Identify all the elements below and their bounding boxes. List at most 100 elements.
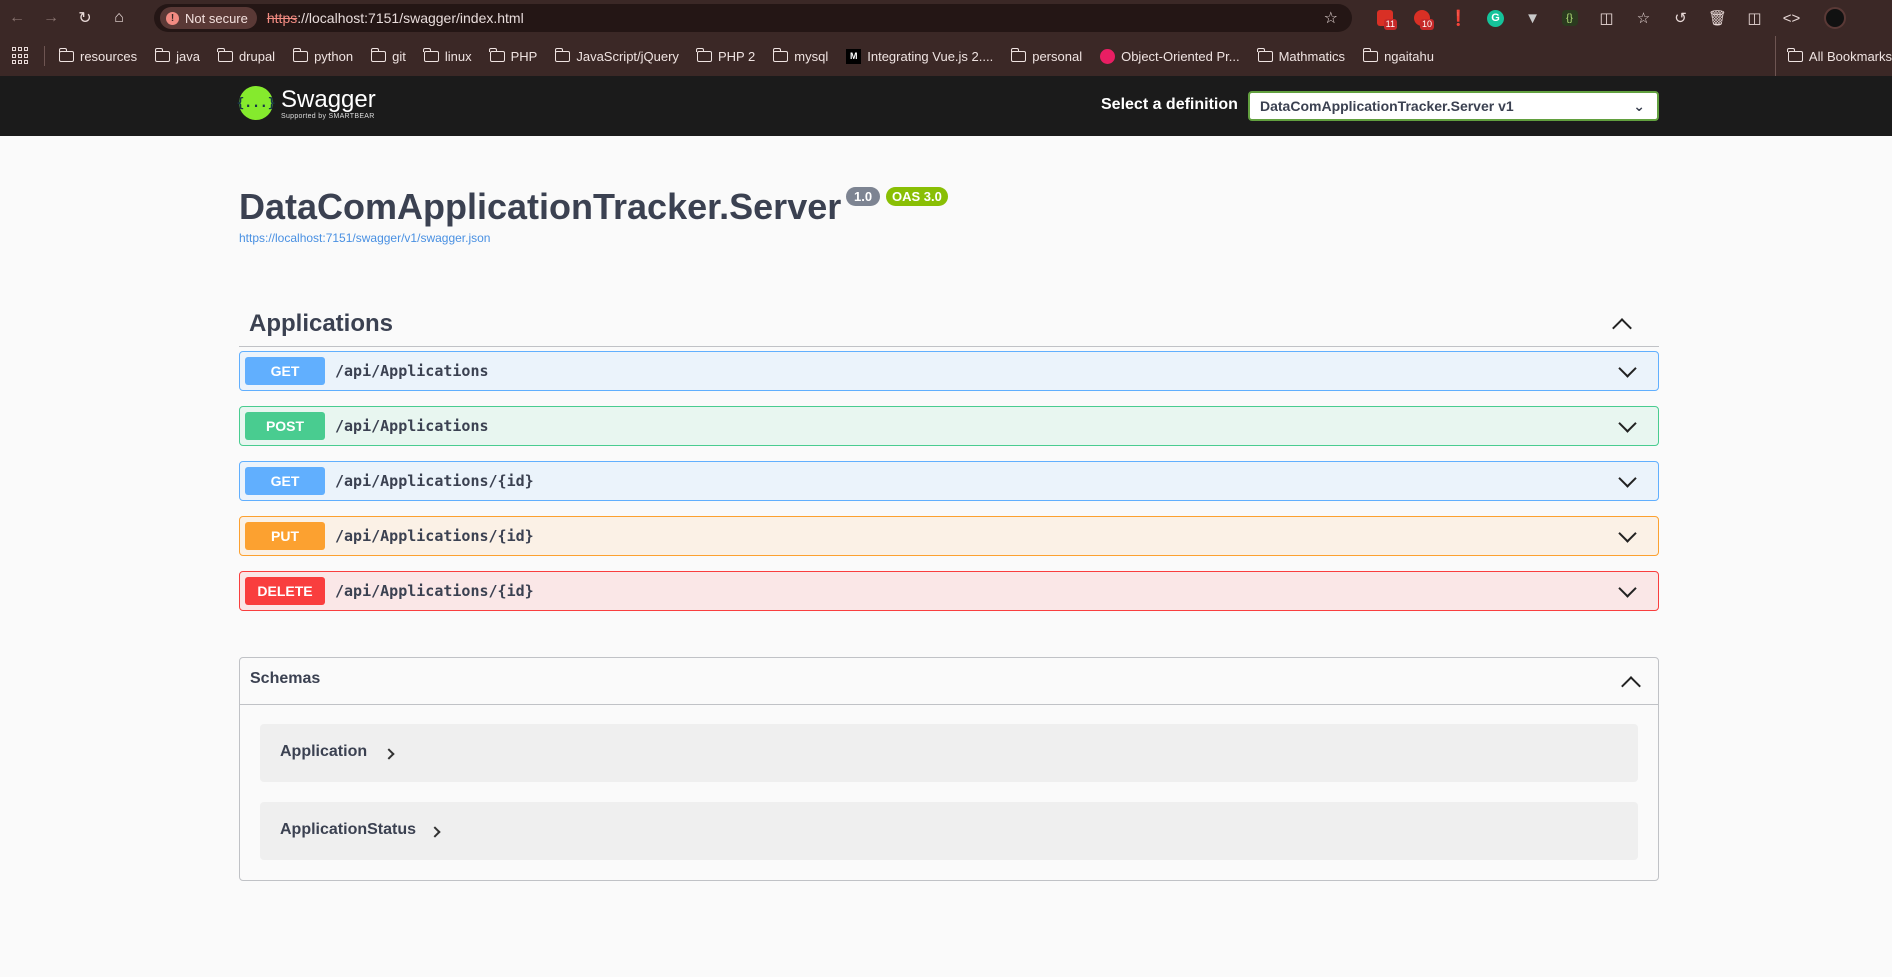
bookmark-star-icon[interactable]: ☆ — [1324, 8, 1338, 28]
bookmark-label: mysql — [794, 48, 829, 64]
history-icon[interactable]: ↺ — [1662, 0, 1699, 36]
side-panel-icon[interactable]: ◫ — [1736, 0, 1773, 36]
schema-application-status[interactable]: ApplicationStatus — [260, 802, 1638, 860]
all-bookmarks-button[interactable]: All Bookmarks — [1774, 36, 1892, 76]
logo-name: Swagger — [281, 85, 376, 113]
operation-path: /api/Applications/{id} — [335, 472, 534, 490]
bookmark-item[interactable]: resources — [58, 47, 138, 64]
operation-post-applications[interactable]: POST /api/Applications — [239, 406, 1659, 446]
definition-select[interactable]: DataComApplicationTracker.Server v1 ⌄ — [1248, 91, 1659, 121]
folder-icon — [696, 47, 712, 62]
chevron-down-icon[interactable] — [1618, 414, 1637, 433]
schemas-section: Schemas Application ApplicationStatus — [239, 657, 1659, 881]
bookmark-item[interactable]: ngaitahu — [1362, 47, 1434, 64]
code-icon[interactable]: <> — [1773, 0, 1810, 36]
folder-icon — [423, 47, 439, 62]
folder-icon — [554, 47, 571, 62]
folder-icon — [217, 47, 233, 62]
bookmark-item[interactable]: personal — [1010, 47, 1083, 64]
chevron-down-icon[interactable] — [1618, 359, 1637, 378]
chevron-down-icon[interactable] — [1618, 579, 1637, 598]
operation-path: /api/Applications/{id} — [335, 582, 534, 600]
operation-get-applications[interactable]: GET /api/Applications — [239, 351, 1659, 391]
spec-json-link[interactable]: https://localhost:7151/swagger/v1/swagge… — [239, 231, 490, 245]
chevron-up-icon[interactable] — [1612, 318, 1632, 338]
swagger-logo[interactable]: {...} Swagger Supported by SMARTBEAR — [236, 85, 376, 120]
schemas-header[interactable]: Schemas — [240, 658, 1658, 705]
bookmark-item[interactable]: Mathmatics — [1257, 47, 1345, 64]
vue-devtools-icon[interactable]: ▼ — [1514, 0, 1551, 36]
address-bar[interactable]: ! Not secure https://localhost:7151/swag… — [154, 4, 1352, 32]
home-icon[interactable]: ⌂ — [102, 0, 136, 36]
operation-path: /api/Applications/{id} — [335, 527, 534, 545]
method-badge: GET — [245, 467, 325, 495]
bookmark-item[interactable]: python — [292, 47, 354, 64]
chevron-right-icon — [383, 748, 395, 760]
back-arrow-icon[interactable]: ← — [0, 0, 34, 36]
ext-badge: 11 — [1383, 19, 1397, 30]
url-scheme: https — [266, 10, 298, 26]
api-title: DataComApplicationTracker.Server — [239, 186, 842, 227]
oreilly-icon — [1100, 48, 1116, 64]
bookmark-item[interactable]: mysql — [772, 47, 829, 64]
bookmarks-star-icon[interactable]: ☆ — [1625, 0, 1662, 36]
bookmark-label: PHP — [510, 48, 538, 64]
bookmark-item[interactable]: JavaScript/jQuery — [554, 47, 679, 64]
bookmarks-divider — [44, 46, 45, 66]
bookmark-item[interactable]: linux — [423, 47, 472, 64]
bookmark-item[interactable]: PHP 2 — [696, 47, 755, 64]
bookmark-label: python — [314, 48, 354, 64]
folder-icon — [772, 47, 789, 62]
browser-toolbar: ← → ↻ ⌂ ! Not secure https://localhost:7… — [0, 0, 1892, 36]
folder-icon — [1787, 47, 1803, 62]
bookmark-item[interactable]: M Integrating Vue.js 2.... — [846, 48, 993, 64]
chevron-up-icon[interactable] — [1621, 676, 1641, 696]
bookmark-label: java — [176, 48, 200, 64]
chevron-down-icon[interactable] — [1618, 469, 1637, 488]
not-secure-chip[interactable]: ! Not secure — [160, 7, 257, 29]
schema-application[interactable]: Application — [260, 724, 1638, 782]
json-ext-icon[interactable]: {} — [1551, 0, 1588, 36]
schema-name: Application — [280, 743, 368, 760]
operation-delete-application[interactable]: DELETE /api/Applications/{id} — [239, 571, 1659, 611]
method-badge: DELETE — [245, 577, 325, 605]
folder-icon — [58, 47, 74, 62]
bookmark-item[interactable]: git — [370, 47, 406, 64]
bookmark-item[interactable]: PHP — [489, 47, 538, 64]
bookmark-label: ngaitahu — [1384, 48, 1434, 64]
bookmark-item[interactable]: Object-Oriented Pr... — [1100, 48, 1240, 64]
bookmark-item[interactable]: drupal — [217, 47, 275, 64]
chevron-down-icon[interactable] — [1618, 524, 1637, 543]
version-badge: 1.0 — [846, 187, 881, 206]
grammarly-icon[interactable]: G — [1477, 0, 1514, 36]
profile-avatar[interactable] — [1824, 7, 1846, 29]
folder-icon — [1257, 47, 1273, 62]
operation-get-application-by-id[interactable]: GET /api/Applications/{id} — [239, 461, 1659, 501]
apps-grid-icon[interactable] — [12, 47, 30, 65]
operation-path: /api/Applications — [335, 362, 489, 380]
extensions-puzzle-icon[interactable]: ◫ — [1588, 0, 1625, 36]
reload-icon[interactable]: ↻ — [68, 0, 102, 36]
bookmark-label: JavaScript/jQuery — [576, 48, 679, 64]
folder-icon — [489, 47, 505, 62]
bookmark-label: personal — [1032, 48, 1083, 64]
tag-applications-header[interactable]: Applications — [239, 300, 1659, 347]
chevron-down-icon: ⌄ — [1633, 98, 1645, 114]
operation-put-application[interactable]: PUT /api/Applications/{id} — [239, 516, 1659, 556]
swagger-logo-icon: {...} — [236, 86, 276, 120]
schemas-title: Schemas — [250, 670, 321, 687]
trash-icon[interactable]: 🗑 — [1699, 0, 1736, 36]
bookmarks-bar: resources java drupal python git linux PHP Java… — [0, 36, 1892, 76]
extension-toolbar: 11 10 ❗ G ▼ {} ◫ ☆ ↺ 🗑 ◫ <> — [1366, 0, 1846, 36]
folder-icon — [1010, 47, 1027, 62]
bookmark-label: resources — [80, 48, 138, 64]
forward-arrow-icon[interactable]: → — [34, 0, 68, 36]
url-text[interactable]: https://localhost:7151/swagger/index.htm… — [267, 10, 524, 26]
bookmark-item[interactable]: java — [154, 47, 200, 64]
red-ext-icon[interactable]: 10 — [1403, 0, 1440, 36]
bolt-ext-icon[interactable]: ❗ — [1440, 0, 1477, 36]
calendar-ext-icon[interactable]: 11 — [1366, 0, 1403, 36]
schema-name: ApplicationStatus — [280, 821, 417, 838]
folder-icon — [1362, 47, 1379, 62]
warning-icon: ! — [166, 11, 179, 25]
